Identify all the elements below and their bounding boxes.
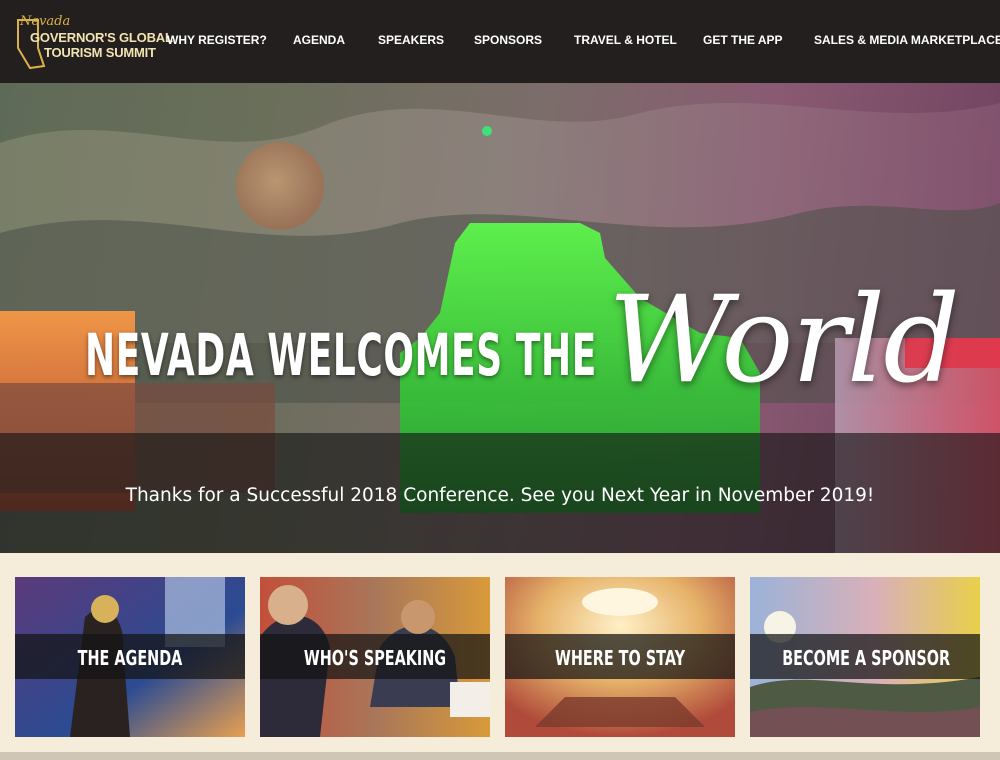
bottom-divider: [0, 752, 1000, 760]
nav-sales-media-marketplaces[interactable]: SALES & MEDIA MARKETPLACES: [814, 33, 1000, 47]
card-label: WHERE TO STAY: [554, 646, 686, 670]
nav-agenda[interactable]: AGENDA: [293, 33, 345, 47]
card-label: THE AGENDA: [77, 646, 183, 670]
logo-line-2: TOURISM SUMMIT: [44, 45, 156, 60]
card-label: WHO'S SPEAKING: [303, 646, 447, 670]
site-header: Nevada GOVERNOR'S GLOBAL TOURISM SUMMIT …: [0, 0, 1000, 83]
card-whos-speaking[interactable]: WHO'S SPEAKING: [260, 577, 490, 737]
nav-speakers[interactable]: SPEAKERS: [378, 33, 444, 47]
hero-script-word: World: [608, 271, 960, 410]
nav-why-register[interactable]: WHY REGISTER?: [167, 33, 267, 47]
nav-travel-hotel[interactable]: TRAVEL & HOTEL: [574, 33, 677, 47]
logo-line-1: GOVERNOR'S GLOBAL: [30, 30, 173, 45]
card-label: BECOME A SPONSOR: [782, 646, 951, 670]
hero-tagline: Thanks for a Successful 2018 Conference.…: [125, 485, 875, 506]
card-become-a-sponsor[interactable]: BECOME A SPONSOR: [750, 577, 980, 737]
site-logo[interactable]: Nevada GOVERNOR'S GLOBAL TOURISM SUMMIT: [16, 14, 173, 70]
logo-script-text: Nevada: [20, 14, 71, 29]
card-where-to-stay[interactable]: WHERE TO STAY: [505, 577, 735, 737]
hero-title: NEVADA WELCOMES THE: [85, 321, 597, 389]
card-the-agenda[interactable]: THE AGENDA: [15, 577, 245, 737]
nav-sponsors[interactable]: SPONSORS: [474, 33, 542, 47]
nav-get-the-app[interactable]: GET THE APP: [703, 33, 783, 47]
hero-banner: NEVADA WELCOMES THE World Thanks for a S…: [0, 83, 1000, 553]
